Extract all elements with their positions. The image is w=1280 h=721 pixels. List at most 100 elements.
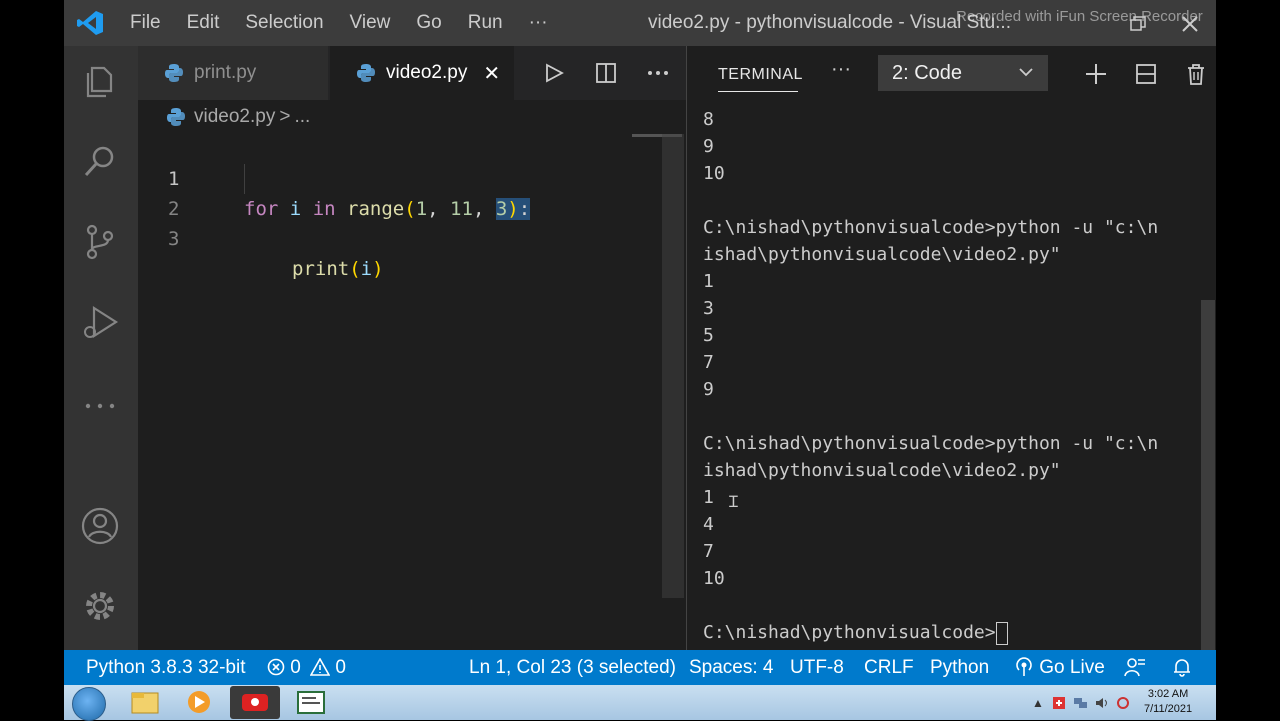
close-tab-icon[interactable]: ✕ bbox=[483, 61, 500, 86]
run-python-file-button[interactable] bbox=[528, 62, 580, 85]
terminal-line: C:\nishad\pythonvisualcode>python -u "c:… bbox=[703, 217, 1159, 238]
terminal-prompt-line[interactable]: C:\nishad\pythonvisualcode> bbox=[703, 619, 1203, 646]
feedback-icon[interactable] bbox=[1124, 657, 1146, 677]
activity-bar bbox=[64, 46, 138, 650]
terminal-line: 1 bbox=[703, 487, 714, 508]
window-controls bbox=[1112, 0, 1216, 46]
broadcast-icon bbox=[1016, 657, 1032, 676]
system-tray: ▲ bbox=[1032, 685, 1130, 720]
menu-selection[interactable]: Selection bbox=[245, 12, 323, 34]
python-file-icon bbox=[357, 64, 375, 82]
split-editor-button[interactable] bbox=[580, 62, 632, 85]
more-icon bbox=[648, 71, 668, 76]
go-live-button[interactable]: Go Live bbox=[1014, 650, 1105, 685]
terminal-output[interactable]: 8 9 10 C:\nishad\pythonvisualcode>python -u… bbox=[703, 106, 1203, 646]
vscode-window: File Edit Selection View Go Run ··· vide… bbox=[64, 0, 1216, 685]
settings-gear-icon[interactable] bbox=[80, 586, 120, 626]
close-paren: ) bbox=[372, 258, 384, 280]
bell-icon[interactable] bbox=[1172, 657, 1192, 677]
editor-group: print.py video2.py ✕ video2.py > ... 1 f… bbox=[138, 46, 686, 650]
system-clock[interactable]: 3:02 AM 7/11/2021 bbox=[1144, 687, 1192, 717]
close-window-button[interactable] bbox=[1164, 0, 1216, 46]
tab-video2-py[interactable]: video2.py ✕ bbox=[330, 46, 514, 100]
problems-status[interactable]: 0 0 bbox=[267, 650, 346, 685]
kill-terminal-button[interactable] bbox=[1171, 60, 1216, 86]
terminal-line: 5 bbox=[703, 325, 714, 346]
eol-status[interactable]: CRLF bbox=[864, 650, 914, 685]
panel-more-button[interactable]: ··· bbox=[831, 58, 851, 81]
terminal-cursor bbox=[995, 621, 1008, 645]
menu-view[interactable]: View bbox=[350, 12, 391, 34]
network-icon[interactable] bbox=[1072, 696, 1088, 710]
code-line[interactable]: 3 bbox=[138, 194, 638, 250]
menu-run[interactable]: Run bbox=[468, 12, 503, 34]
indent-guide bbox=[244, 164, 245, 194]
tab-terminal[interactable]: TERMINAL bbox=[718, 66, 803, 84]
windows-start-icon[interactable] bbox=[72, 687, 106, 721]
terminal-line: ishad\pythonvisualcode\video2.py" bbox=[703, 244, 1061, 265]
breadcrumb-separator: > bbox=[279, 106, 291, 127]
tray-expand-icon[interactable]: ▲ bbox=[1032, 696, 1044, 710]
terminal-scrollbar[interactable] bbox=[1201, 300, 1215, 650]
terminal-line: 3 bbox=[703, 298, 714, 319]
file-explorer-icon[interactable] bbox=[120, 686, 170, 719]
terminal-line: 7 bbox=[703, 352, 714, 373]
media-player-icon[interactable] bbox=[174, 686, 224, 719]
editor-actions bbox=[528, 46, 684, 100]
terminal-selector[interactable]: 2: Code bbox=[878, 55, 1048, 91]
terminal-line: 10 bbox=[703, 163, 725, 184]
power-icon[interactable] bbox=[1116, 696, 1130, 710]
editor-more-button[interactable] bbox=[632, 62, 684, 85]
source-control-icon[interactable] bbox=[80, 222, 120, 262]
terminal-line: 10 bbox=[703, 568, 725, 589]
terminal-line: 4 bbox=[703, 514, 714, 535]
code-line[interactable]: 1 for i in range(1, 11, 3): bbox=[138, 134, 638, 220]
trash-icon bbox=[1188, 64, 1204, 86]
maximize-panel-button[interactable] bbox=[1121, 60, 1171, 86]
clock-time: 3:02 AM bbox=[1147, 688, 1189, 700]
python-interpreter-status[interactable]: Python 3.8.3 32-bit bbox=[86, 650, 246, 685]
account-icon[interactable] bbox=[80, 506, 120, 546]
search-icon[interactable] bbox=[80, 142, 120, 182]
terminal-line: 9 bbox=[703, 136, 714, 157]
python-file-icon bbox=[167, 108, 185, 126]
active-tab-indicator bbox=[718, 91, 798, 92]
terminal-line: 7 bbox=[703, 541, 714, 562]
explorer-icon[interactable] bbox=[80, 62, 120, 102]
encoding-status[interactable]: UTF-8 bbox=[790, 650, 844, 685]
line-number: 3 bbox=[168, 228, 180, 250]
restore-window-button[interactable] bbox=[1112, 0, 1164, 46]
terminal-prompt: C:\nishad\pythonvisualcode> bbox=[703, 622, 996, 643]
close-icon bbox=[1182, 16, 1198, 32]
run-icon bbox=[546, 63, 564, 83]
breadcrumb: video2.py > ... bbox=[166, 106, 310, 128]
menu-edit[interactable]: Edit bbox=[187, 12, 220, 34]
vscode-taskbar-icon[interactable] bbox=[286, 686, 336, 719]
tab-print-py[interactable]: print.py bbox=[138, 46, 328, 100]
breadcrumb-symbols[interactable]: ... bbox=[294, 106, 310, 128]
editor-scrollbar[interactable] bbox=[662, 134, 684, 598]
menu-file[interactable]: File bbox=[130, 12, 161, 34]
tab-label: video2.py bbox=[386, 62, 468, 83]
cursor-position-status[interactable]: Ln 1, Col 23 (3 selected) bbox=[469, 650, 676, 685]
menu-more[interactable]: ··· bbox=[529, 12, 548, 34]
breadcrumb-file[interactable]: video2.py bbox=[194, 106, 275, 128]
code-line[interactable]: 2 print(i) bbox=[138, 164, 638, 280]
editor-tabs: print.py video2.py ✕ bbox=[138, 46, 686, 100]
screen-recorder-icon[interactable] bbox=[230, 686, 280, 719]
indentation-status[interactable]: Spaces: 4 bbox=[689, 650, 774, 685]
more-icon[interactable] bbox=[80, 386, 120, 426]
language-mode-status[interactable]: Python bbox=[930, 650, 989, 685]
flag-icon[interactable] bbox=[1052, 696, 1066, 710]
title-bar: File Edit Selection View Go Run ··· vide… bbox=[64, 0, 1216, 46]
new-terminal-button[interactable] bbox=[1071, 60, 1121, 86]
panel-actions bbox=[1071, 55, 1216, 91]
run-debug-icon[interactable] bbox=[80, 302, 120, 342]
menu-go[interactable]: Go bbox=[416, 12, 441, 34]
volume-icon[interactable] bbox=[1094, 696, 1110, 710]
python-file-icon bbox=[165, 64, 183, 82]
terminal-panel: TERMINAL ··· 2: Code 8 9 10 C:\nishad\pytho… bbox=[686, 46, 1216, 650]
